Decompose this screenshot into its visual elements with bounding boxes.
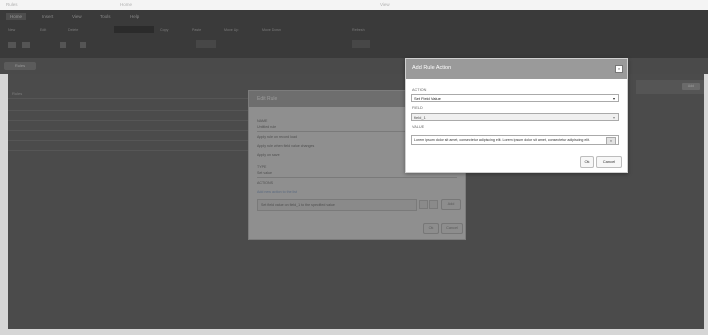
- edit-action-icon[interactable]: [419, 200, 428, 209]
- edit-rule-actions-label: ACTIONS: [257, 181, 273, 185]
- edit-rule-type-value[interactable]: Set value: [257, 171, 272, 175]
- ribbon-new-button[interactable]: New: [8, 28, 15, 33]
- action-row-text: Set field value on field_1 to the specif…: [261, 203, 335, 207]
- ribbon-edit-button[interactable]: Edit: [40, 28, 46, 33]
- ribbon-tab-tools[interactable]: Tools: [96, 13, 115, 20]
- edit-rule-name-value[interactable]: Untitled rule: [257, 125, 276, 129]
- edit-rule-name-label: NAME: [257, 119, 268, 123]
- list-item[interactable]: [8, 132, 252, 141]
- ribbon-tab-help[interactable]: Help: [126, 13, 143, 20]
- title-segment: View: [380, 2, 390, 7]
- list-item[interactable]: [8, 142, 252, 151]
- action-row[interactable]: Set field value on field_1 to the specif…: [257, 199, 417, 211]
- ribbon-tab-view[interactable]: View: [68, 13, 86, 20]
- ribbon-icon[interactable]: [196, 40, 216, 48]
- field-select[interactable]: field_1 ▾: [411, 113, 619, 121]
- list-item[interactable]: [8, 112, 252, 121]
- rules-tab[interactable]: Rules: [4, 62, 36, 70]
- ribbon-icon[interactable]: [22, 42, 30, 48]
- dialog-header: Add Rule Action ×: [406, 59, 627, 79]
- close-icon[interactable]: ×: [615, 65, 623, 73]
- ribbon-move-down-button[interactable]: Move Down: [262, 28, 281, 33]
- ribbon-refresh-button[interactable]: Refresh: [352, 28, 365, 33]
- chevron-down-icon: ▾: [612, 115, 615, 120]
- ribbon-icon[interactable]: [8, 42, 16, 48]
- list-item[interactable]: [8, 122, 252, 131]
- ok-button[interactable]: Ok: [580, 156, 594, 168]
- value-input[interactable]: Lorem ipsum dolor sit amet, consectetur …: [411, 135, 619, 145]
- edit-rule-option[interactable]: Apply on save: [257, 153, 280, 157]
- dialog-title: Add Rule Action: [412, 65, 452, 71]
- action-select-value: Set Field Value: [414, 96, 441, 101]
- ribbon-icon[interactable]: [60, 42, 66, 48]
- clear-value-button[interactable]: ×: [606, 137, 616, 145]
- action-label: ACTION: [412, 88, 427, 92]
- field-label: FIELD: [412, 106, 423, 110]
- cancel-button[interactable]: Cancel: [596, 156, 622, 168]
- ribbon-search-box[interactable]: [114, 26, 154, 33]
- ribbon-icon[interactable]: [80, 42, 86, 48]
- divider: [257, 177, 457, 178]
- add-action-button[interactable]: Add: [441, 199, 461, 210]
- ribbon-tab-home[interactable]: Home: [6, 13, 27, 20]
- ribbon-copy-button[interactable]: Copy: [160, 28, 168, 33]
- action-select[interactable]: Set Field Value ▾: [411, 94, 619, 102]
- ribbon-paste-button[interactable]: Paste: [192, 28, 201, 33]
- ribbon-icon[interactable]: [352, 40, 370, 48]
- ribbon-move-up-button[interactable]: Move Up: [224, 28, 238, 33]
- edit-rule-cancel-button[interactable]: Cancel: [441, 223, 463, 234]
- right-panel-header: Add: [636, 80, 704, 94]
- right-panel-add-button[interactable]: Add: [682, 83, 700, 90]
- field-select-value: field_1: [414, 115, 426, 120]
- edit-rule-option[interactable]: Apply rule on record load: [257, 135, 297, 139]
- list-item[interactable]: Rules: [8, 90, 252, 99]
- edit-rule-ok-button[interactable]: Ok: [423, 223, 439, 234]
- list-item[interactable]: [8, 102, 252, 111]
- edit-rule-option[interactable]: Apply rule when field value changes: [257, 144, 314, 148]
- add-rule-action-dialog: Add Rule Action × ACTION Set Field Value…: [405, 58, 628, 173]
- value-label: VALUE: [412, 125, 425, 129]
- title-segment: Home: [120, 2, 133, 7]
- ribbon-delete-button[interactable]: Delete: [68, 28, 78, 33]
- add-action-link[interactable]: Add new action to the list: [257, 190, 297, 194]
- ribbon-tab-insert[interactable]: Insert: [38, 13, 57, 20]
- edit-rule-type-label: TYPE: [257, 165, 267, 169]
- ribbon: Home Insert View Tools Help New Edit Del…: [0, 10, 708, 58]
- chevron-down-icon: ▾: [612, 96, 615, 101]
- title-bar: Rules Home View: [0, 0, 708, 10]
- title-segment: Rules: [6, 2, 18, 7]
- value-input-text: Lorem ipsum dolor sit amet, consectetur …: [414, 138, 590, 142]
- delete-action-icon[interactable]: [429, 200, 438, 209]
